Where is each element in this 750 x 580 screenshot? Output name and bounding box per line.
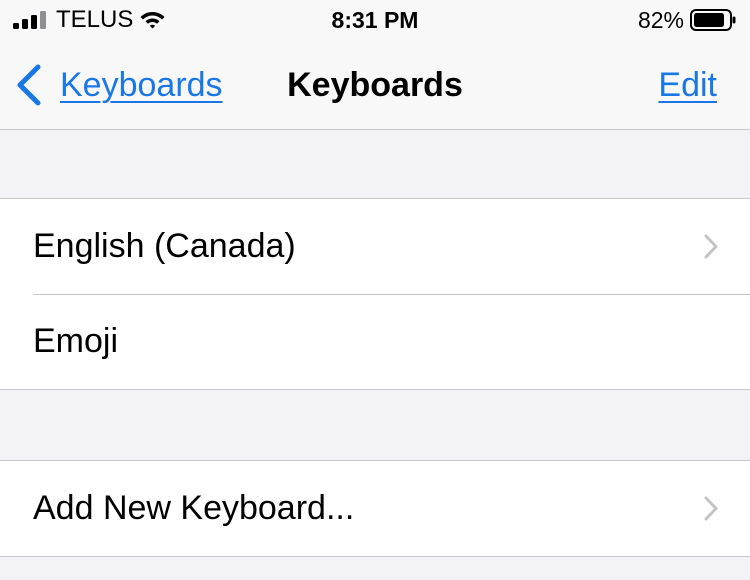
- list-item-emoji[interactable]: Emoji: [0, 294, 750, 389]
- edit-button[interactable]: Edit: [658, 63, 717, 107]
- battery-percentage: 82%: [637, 7, 684, 33]
- navigation-bar: Keyboards Keyboards Edit: [0, 44, 750, 130]
- battery-icon: [690, 9, 736, 31]
- page-title: Keyboards: [287, 66, 463, 104]
- keyboards-list: English (Canada) Emoji: [0, 198, 750, 390]
- list-item-english-canada[interactable]: English (Canada): [0, 199, 750, 294]
- chevron-right-icon: [704, 234, 718, 259]
- add-keyboard-group: Add New Keyboard...: [0, 460, 750, 557]
- add-new-keyboard-label: Add New Keyboard...: [33, 489, 355, 527]
- status-bar: TELUS 8:31 PM 82%: [0, 0, 750, 44]
- chevron-right-icon: [704, 496, 718, 521]
- list-item-label: English (Canada): [33, 227, 296, 265]
- list-item-label: Emoji: [33, 322, 119, 360]
- add-new-keyboard-button[interactable]: Add New Keyboard...: [0, 461, 750, 556]
